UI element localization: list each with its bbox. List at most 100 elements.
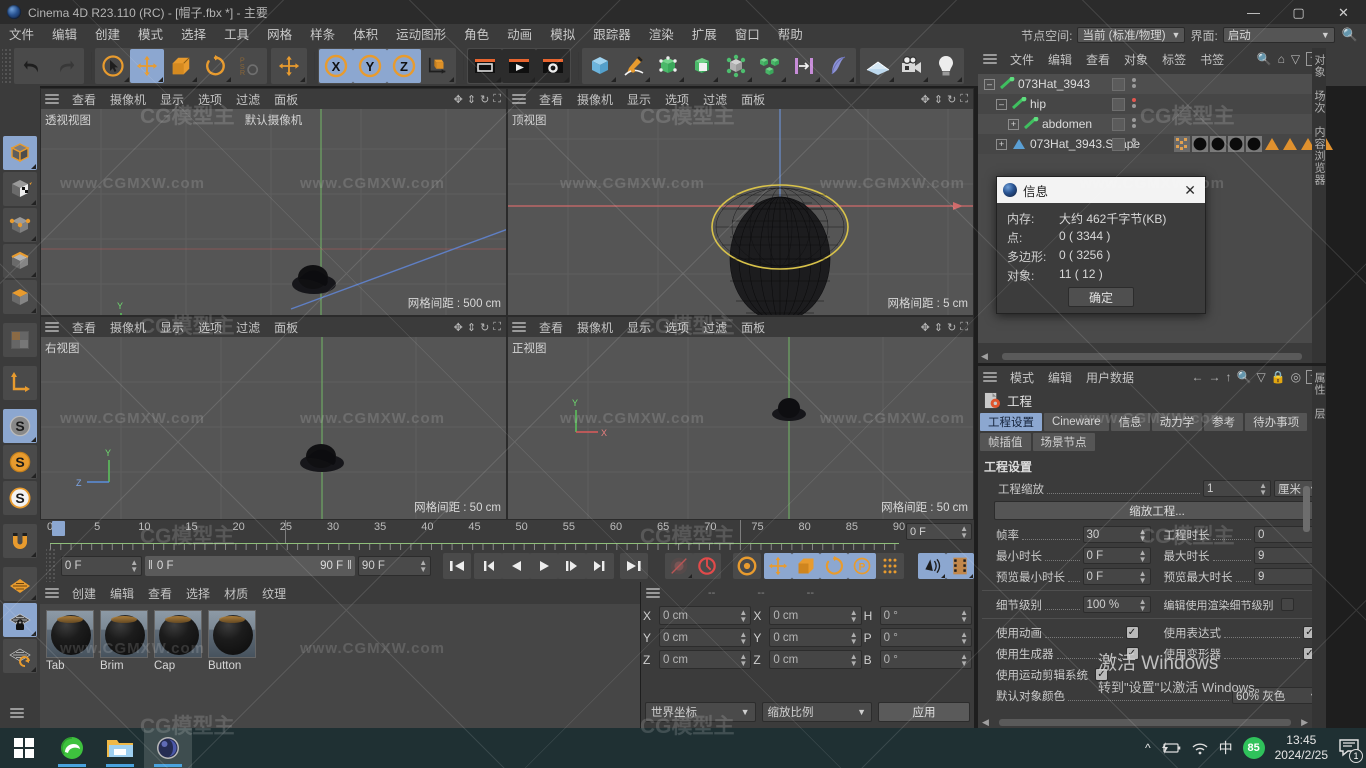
magnet-icon[interactable] (3, 524, 37, 558)
spinner-icon[interactable]: ▲ ▼ (1139, 597, 1147, 612)
psr-tool-button[interactable]: PSR (232, 49, 266, 83)
vp-menu-panel[interactable]: 面板 (267, 91, 305, 108)
vp-menu-panel[interactable]: 面板 (734, 319, 772, 336)
am-menu-userdata[interactable]: 用户数据 (1079, 369, 1141, 386)
tab-info[interactable]: 信息 (1110, 413, 1150, 431)
vp-menu-view[interactable]: 查看 (65, 319, 103, 336)
spinner-icon[interactable]: ▲ ▼ (960, 630, 968, 645)
om-menu-view[interactable]: 查看 (1079, 51, 1117, 68)
coord-field-rot-p[interactable]: 0 ° ▲ ▼ (879, 628, 972, 647)
menu-animate[interactable]: 动画 (498, 24, 541, 46)
timeline-playhead[interactable] (52, 521, 65, 536)
attribute-menu-icon[interactable] (983, 372, 997, 382)
spinner-icon[interactable]: ▲ ▼ (1259, 481, 1267, 496)
menu-edit[interactable]: 编辑 (43, 24, 86, 46)
vp-menu-filter[interactable]: 过滤 (229, 91, 267, 108)
render-view-button[interactable] (468, 49, 502, 83)
expand-toggle[interactable]: + (1008, 118, 1019, 130)
spinner-icon[interactable]: ▲ ▼ (1139, 569, 1147, 584)
vp-menu-camera[interactable]: 摄像机 (570, 91, 620, 108)
menu-mesh[interactable]: 网格 (258, 24, 301, 46)
orbit-icon[interactable]: ↻ (480, 93, 489, 106)
spinner-icon[interactable]: ▲ ▼ (419, 559, 427, 574)
spinner-icon[interactable]: ▲ ▼ (850, 608, 858, 623)
layout-select[interactable]: 启动 ▼ (1222, 27, 1335, 43)
vp-menu-display[interactable]: 显示 (620, 319, 658, 336)
spinner-icon[interactable]: ▲ ▼ (739, 608, 747, 623)
material-list[interactable]: Tab Brim Cap Button (40, 604, 640, 728)
snap-settings-icon[interactable]: S (3, 481, 37, 515)
coord-field-size-y[interactable]: 0 cm ▲ ▼ (769, 628, 862, 647)
dolly-icon[interactable]: ⇕ (467, 93, 476, 106)
move-tool-button[interactable] (130, 49, 164, 83)
render-to-picture-button[interactable] (502, 49, 536, 83)
maximize-viewport-icon[interactable]: ⛶ (960, 321, 968, 334)
pan-icon[interactable]: ✥ (921, 321, 930, 334)
left-toolbar-overflow-icon[interactable] (10, 708, 24, 718)
sound-icon[interactable] (918, 553, 946, 579)
forward-icon[interactable]: → (1209, 370, 1221, 384)
menu-mograph[interactable]: 运动图形 (387, 24, 455, 46)
tab-scene-nodes[interactable]: 场景节点 (1032, 433, 1095, 451)
visibility-dot-upper[interactable] (1112, 78, 1125, 91)
min-duration-field[interactable]: 0 F ▲ ▼ (1082, 547, 1151, 564)
notification-icon[interactable]: 1 (1338, 737, 1363, 763)
material-item[interactable]: Brim (100, 610, 148, 722)
pan-icon[interactable]: ✥ (454, 93, 463, 106)
vp-menu-options[interactable]: 选项 (658, 91, 696, 108)
menu-create[interactable]: 创建 (86, 24, 129, 46)
menu-mode[interactable]: 模式 (129, 24, 172, 46)
table-row[interactable]: + 073Hat_3943.Shape (978, 134, 1333, 154)
orbit-icon[interactable]: ↻ (947, 321, 956, 334)
coord-field-rot-b[interactable]: 0 ° ▲ ▼ (879, 650, 972, 669)
vp-menu-view[interactable]: 查看 (532, 319, 570, 336)
minimize-button[interactable]: — (1231, 0, 1276, 24)
vp-menu-options[interactable]: 选项 (658, 319, 696, 336)
spinner-icon[interactable]: ▲ ▼ (739, 630, 747, 645)
spline-pen-button[interactable] (617, 49, 651, 83)
home-icon[interactable]: ⌂ (1278, 52, 1285, 66)
om-menu-bookmarks[interactable]: 书签 (1193, 51, 1231, 68)
menu-render[interactable]: 渲染 (640, 24, 683, 46)
vp-menu-view[interactable]: 查看 (65, 91, 103, 108)
filter-icon[interactable]: ▽ (1256, 370, 1265, 384)
side-tab-objects[interactable]: 对象 (1311, 54, 1327, 78)
tab-cineware[interactable]: Cineware (1044, 413, 1109, 431)
viewport-perspective-canvas[interactable]: 透视视图 默认摄像机 Y 网格间距: 500 cm (41, 109, 506, 315)
spinner-icon[interactable]: ▲ ▼ (850, 630, 858, 645)
clock[interactable]: 13:45 2024/2/25 (1275, 733, 1328, 763)
snap-off-icon[interactable]: S (3, 409, 37, 443)
dolly-icon[interactable]: ⇕ (934, 93, 943, 106)
node-space-select[interactable]: 当前 (标准/物理) ▼ (1077, 27, 1186, 43)
tab-project-settings[interactable]: 工程设置 (980, 413, 1042, 431)
array-button[interactable] (753, 49, 787, 83)
menu-character[interactable]: 角色 (455, 24, 498, 46)
key-rotation-icon[interactable] (820, 553, 849, 579)
lod-field[interactable]: 100 % ▲ ▼ (1082, 596, 1151, 613)
table-row[interactable]: – hip (978, 94, 1326, 114)
viewport-top-canvas[interactable]: 顶视图 网格间距: 5 cm (508, 109, 973, 315)
menu-help[interactable]: 帮助 (769, 24, 812, 46)
range-end-handle[interactable]: ‖ (347, 560, 352, 572)
viewport-front-canvas[interactable]: 正视图 Y X 网格间距: 50 cm (508, 337, 973, 519)
status-badge[interactable]: 85 (1242, 737, 1265, 759)
up-icon[interactable]: ↑ (1226, 370, 1232, 384)
vp-menu-options[interactable]: 选项 (191, 91, 229, 108)
material-tag-icon[interactable] (1246, 136, 1262, 152)
coordinate-system-select[interactable]: 世界坐标 ▼ (645, 702, 756, 722)
om-menu-file[interactable]: 文件 (1003, 51, 1041, 68)
toolbar-grip[interactable] (2, 49, 12, 83)
am-menu-edit[interactable]: 编辑 (1041, 369, 1079, 386)
om-menu-tags[interactable]: 标签 (1155, 51, 1193, 68)
tab-frame-interpolation[interactable]: 帧插值 (980, 433, 1031, 451)
scroll-left-icon[interactable]: ◀ (982, 717, 989, 728)
menu-file[interactable]: 文件 (0, 24, 43, 46)
fps-field[interactable]: 30 ▲ ▼ (1082, 526, 1151, 543)
timeline-ruler[interactable]: 051015202530354045505560657075808590 0 F… (40, 520, 974, 550)
move-world-button[interactable] (272, 49, 306, 83)
coord-field-pos-y[interactable]: 0 cm ▲ ▼ (659, 628, 752, 647)
start-icon[interactable] (0, 728, 48, 768)
current-frame-field[interactable]: 0 F ▲ ▼ (60, 556, 143, 576)
workplane-icon[interactable] (3, 567, 37, 601)
end-frame-field[interactable]: 90 F ▲ ▼ (357, 556, 432, 576)
